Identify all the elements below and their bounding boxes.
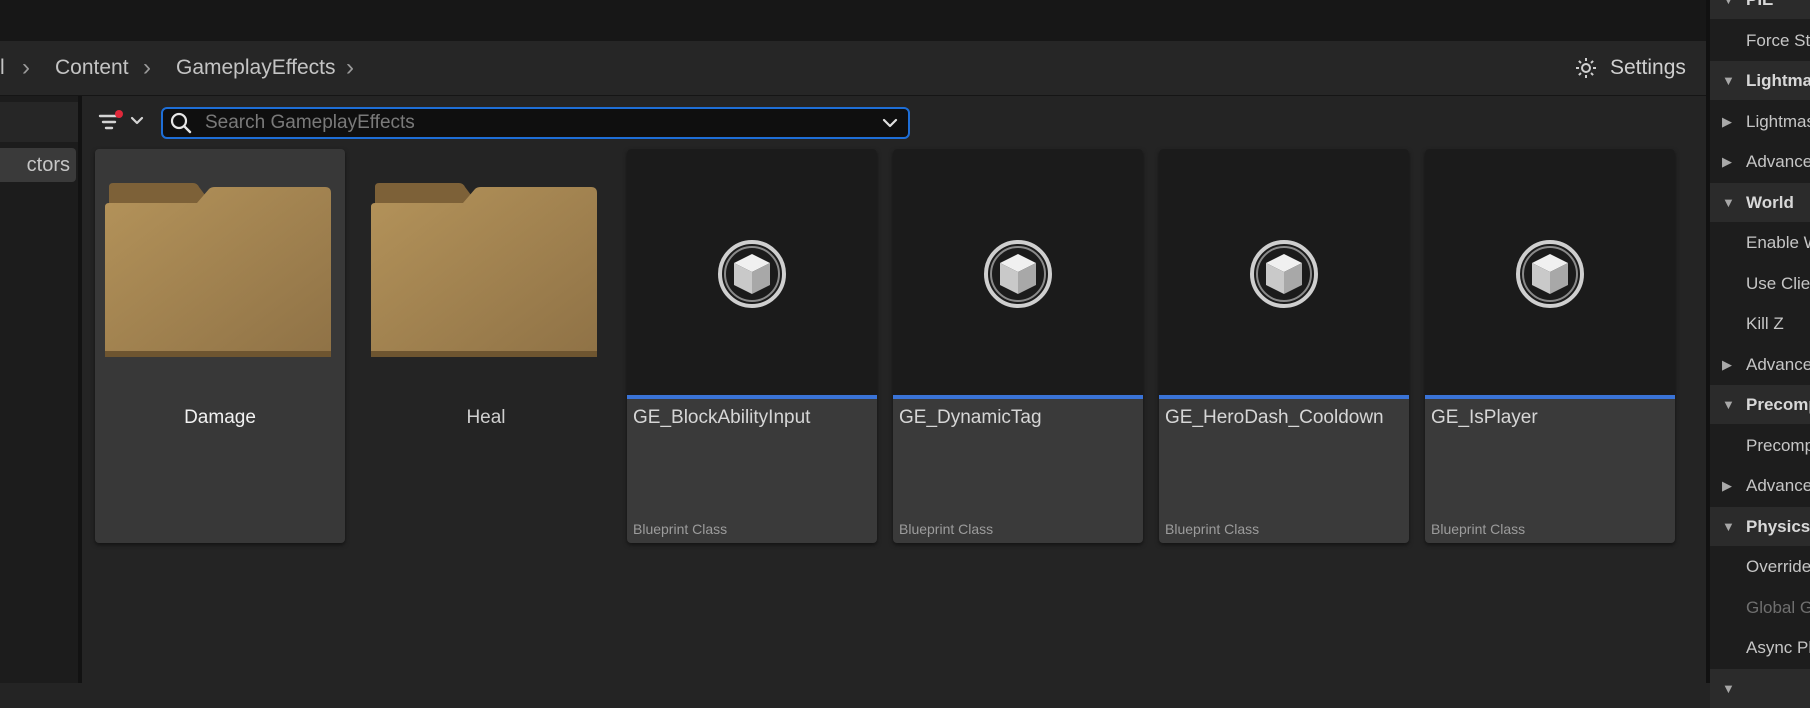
breadcrumb-chevron-icon[interactable]: › — [346, 41, 354, 95]
blueprint-cube-icon — [984, 240, 1052, 308]
chevron-down-icon[interactable] — [882, 117, 898, 129]
breadcrumb-chevron-icon[interactable]: › — [22, 41, 30, 95]
asset-name: GE_IsPlayer — [1431, 407, 1538, 428]
sources-item[interactable]: ctors — [0, 148, 76, 182]
property-row[interactable]: Override V — [1710, 547, 1810, 586]
folder-icon — [371, 183, 597, 357]
expand-triangle-icon: ▼ — [1722, 397, 1735, 412]
group-row[interactable]: ▶ Advanced — [1710, 345, 1810, 384]
settings-label: Settings — [1610, 56, 1686, 79]
group-row[interactable]: ▶ Advanced — [1710, 142, 1810, 181]
search-box[interactable]: Search GameplayEffects — [161, 107, 910, 139]
expand-triangle-icon: ▼ — [1722, 681, 1735, 696]
folder-icon — [105, 183, 331, 357]
expand-triangle-icon: ▼ — [1722, 195, 1735, 210]
sources-panel: ctors — [0, 96, 82, 683]
folder-tile-heal[interactable]: Heal — [361, 149, 611, 543]
property-row[interactable]: Precompu — [1710, 426, 1810, 465]
asset-thumbnail — [627, 149, 877, 399]
property-row[interactable]: Force Sta — [1710, 21, 1810, 60]
category-pie[interactable]: ▼ PIE — [1710, 0, 1810, 19]
gear-icon — [1576, 58, 1596, 78]
path-bar: l › Content › GameplayEffects › Settings — [0, 41, 1706, 96]
search-input[interactable]: Search GameplayEffects — [205, 109, 415, 137]
sources-header — [0, 102, 78, 142]
blueprint-cube-icon — [718, 240, 786, 308]
asset-name: GE_BlockAbilityInput — [633, 407, 811, 428]
category-next[interactable]: ▼ — [1710, 669, 1810, 708]
asset-thumbnail — [893, 149, 1143, 399]
blueprint-cube-icon — [1516, 240, 1584, 308]
search-icon — [170, 112, 192, 134]
expand-triangle-icon: ▼ — [1722, 73, 1735, 88]
collapse-triangle-icon: ▶ — [1722, 478, 1732, 493]
asset-type: Blueprint Class — [899, 521, 994, 537]
asset-name: GE_HeroDash_Cooldown — [1165, 407, 1384, 428]
expand-triangle-icon: ▼ — [1722, 519, 1735, 534]
collapse-triangle-icon: ▶ — [1722, 114, 1732, 129]
filter-icon — [98, 110, 144, 130]
asset-type: Blueprint Class — [633, 521, 728, 537]
asset-type: Blueprint Class — [1431, 521, 1526, 537]
folder-label: Damage — [184, 407, 256, 428]
folder-tile-damage[interactable]: Damage — [95, 149, 345, 543]
asset-tile-ge-herodash-cooldown[interactable]: GE_HeroDash_Cooldown Blueprint Class — [1159, 149, 1409, 543]
group-row[interactable]: ▶ Advanced — [1710, 466, 1810, 505]
property-row[interactable]: Kill Z — [1710, 304, 1810, 343]
breadcrumb-chevron-icon[interactable]: › — [143, 41, 151, 95]
settings-button[interactable]: Settings — [1574, 41, 1686, 95]
category-physics[interactable]: ▼ Physics — [1710, 507, 1810, 546]
filter-button[interactable] — [98, 108, 148, 136]
category-world[interactable]: ▼ World — [1710, 183, 1810, 222]
property-row[interactable]: Async Phy — [1710, 628, 1810, 667]
details-panel: ▼ PIE Force Sta ▼ Lightmas ▶ Lightmas ▶ … — [1706, 0, 1810, 708]
asset-tile-ge-blockabilityinput[interactable]: GE_BlockAbilityInput Blueprint Class — [627, 149, 877, 543]
asset-thumbnail — [1425, 149, 1675, 399]
property-row[interactable]: Enable W — [1710, 223, 1810, 262]
asset-tile-ge-dynamictag[interactable]: GE_DynamicTag Blueprint Class — [893, 149, 1143, 543]
breadcrumb-item-content[interactable]: Content — [55, 41, 129, 95]
asset-name: GE_DynamicTag — [899, 407, 1042, 428]
property-row-disabled: Global Gr — [1746, 598, 1810, 617]
breadcrumb-item-prev[interactable]: l — [0, 41, 5, 95]
group-row[interactable]: ▶ Lightmas — [1710, 102, 1810, 141]
category-precomputed[interactable]: ▼ Precompu — [1710, 385, 1810, 424]
category-lightmass[interactable]: ▼ Lightmas — [1710, 61, 1810, 100]
blueprint-cube-icon — [1250, 240, 1318, 308]
collapse-triangle-icon: ▶ — [1722, 357, 1732, 372]
title-bar — [0, 0, 1706, 41]
asset-type: Blueprint Class — [1165, 521, 1260, 537]
expand-triangle-icon: ▼ — [1722, 0, 1735, 19]
property-row[interactable]: Use Client — [1710, 264, 1810, 303]
folder-label: Heal — [466, 407, 506, 428]
asset-thumbnail — [1159, 149, 1409, 399]
breadcrumb-item-gameplayeffects[interactable]: GameplayEffects — [176, 41, 336, 95]
asset-tile-ge-isplayer[interactable]: GE_IsPlayer Blueprint Class — [1425, 149, 1675, 543]
collapse-triangle-icon: ▶ — [1722, 154, 1732, 169]
